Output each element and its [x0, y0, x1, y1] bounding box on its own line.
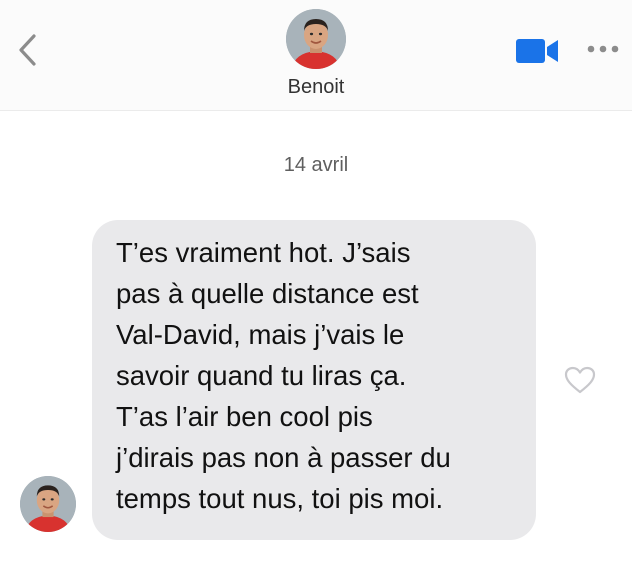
message-line: savoir quand tu liras ça.: [116, 360, 407, 391]
conversation-header: Benoit: [0, 0, 632, 111]
chevron-left-icon: [19, 34, 36, 66]
message-bubble[interactable]: T’es vraiment hot. J’sais pas à quelle d…: [92, 220, 536, 540]
video-call-button[interactable]: [516, 38, 560, 64]
message-line: T’es vraiment hot. J’sais: [116, 237, 411, 268]
message-line: T’as l’air ben cool pis: [116, 401, 373, 432]
video-camera-icon: [516, 39, 558, 63]
heart-outline-icon: [564, 366, 596, 394]
contact-name[interactable]: Benoit: [216, 76, 416, 99]
more-dots-icon: [587, 45, 619, 53]
message-line: temps tout nus, toi pis moi.: [116, 483, 444, 514]
message-line: j’dirais pas non à passer du: [116, 442, 451, 473]
contact-avatar[interactable]: [286, 9, 346, 69]
sender-avatar[interactable]: [20, 476, 76, 532]
like-button[interactable]: [564, 366, 596, 394]
date-separator: 14 avril: [283, 154, 349, 176]
more-options-button[interactable]: [586, 42, 620, 56]
message-line: pas à quelle distance est: [116, 278, 419, 309]
message-line: Val-David, mais j’vais le: [116, 319, 405, 350]
back-button[interactable]: [14, 32, 42, 68]
